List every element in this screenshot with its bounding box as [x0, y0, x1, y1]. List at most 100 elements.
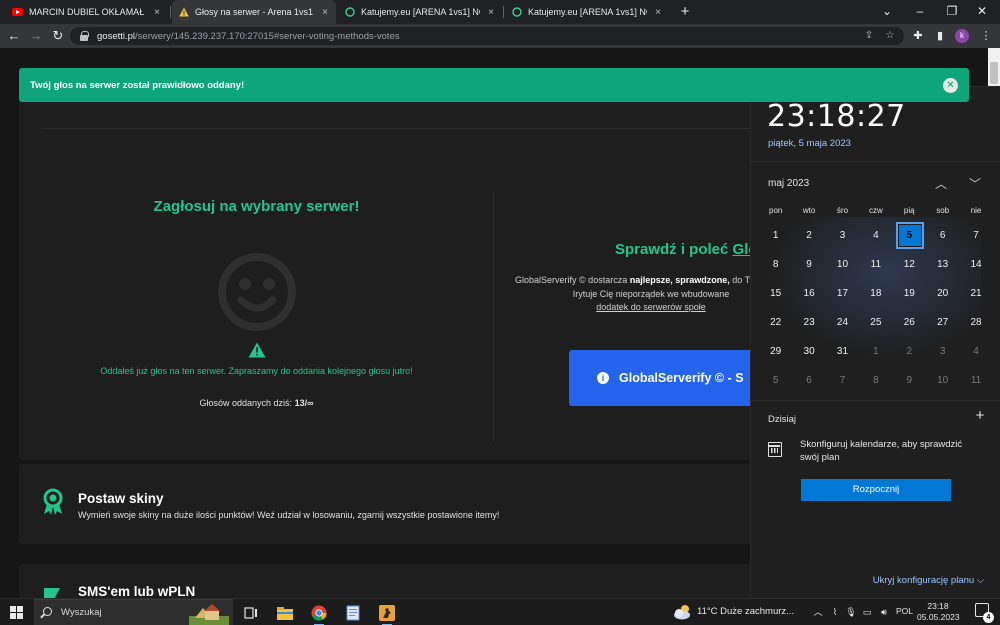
day-number: 9	[806, 259, 812, 270]
start-button[interactable]: Rozpocznij	[801, 479, 951, 501]
notepad-app-icon[interactable]	[342, 602, 364, 624]
forward-icon[interactable]: →	[26, 26, 46, 46]
calendar-day-next-month[interactable]: 2	[893, 337, 926, 366]
microphone-icon[interactable]: 🎙︎	[845, 605, 857, 619]
day-number: 1	[772, 230, 779, 241]
calendar-day[interactable]: 28	[959, 308, 992, 337]
calendar-day-next-month[interactable]: 10	[926, 366, 959, 395]
browser-tab[interactable]: Katujemy.eu [ARENA 1vs1] NOW ×	[338, 0, 502, 24]
browser-tab[interactable]: MARCIN DUBIEL OKŁAMAŁ WID ×	[6, 0, 168, 24]
calendar-day[interactable]: 25	[859, 308, 892, 337]
flyout-date[interactable]: piątek, 5 maja 2023	[768, 138, 851, 149]
notification-icon[interactable]: 4	[975, 603, 994, 623]
calendar-day[interactable]: 17	[826, 279, 859, 308]
day-number: 29	[770, 346, 782, 357]
month-label[interactable]: maj 2023	[768, 178, 809, 189]
calendar-day[interactable]: 13	[926, 250, 959, 279]
lock-icon[interactable]	[79, 31, 89, 41]
calendar-day[interactable]: 2	[792, 221, 825, 250]
close-icon[interactable]: ✕	[943, 78, 958, 93]
calendar-day-next-month[interactable]: 6	[792, 366, 825, 395]
chevron-up-icon[interactable]: ︿	[934, 175, 948, 191]
calendar-day[interactable]: 10	[826, 250, 859, 279]
close-icon[interactable]: ×	[152, 7, 162, 18]
hide-plan-config-link[interactable]: Ukryj konfigurację planu ⌵	[873, 575, 984, 586]
volume-icon[interactable]: 🔊︎	[878, 605, 890, 619]
url-text[interactable]: gosetti.pl/serwery/145.239.237.170:27015…	[97, 31, 400, 42]
calendar-day[interactable]: 6	[926, 221, 959, 250]
close-window-icon[interactable]: ✕	[962, 0, 1000, 24]
new-tab-button[interactable]: +	[678, 0, 692, 24]
chrome-icon[interactable]	[308, 602, 330, 625]
calendar-day-today[interactable]: 5	[893, 221, 926, 250]
calendar-day[interactable]: 9	[792, 250, 825, 279]
calendar-day-next-month[interactable]: 5	[759, 366, 792, 395]
globalserverify-heading: Sprawdź i poleć Glo	[615, 241, 758, 258]
address-bar[interactable]: gosetti.pl/serwery/145.239.237.170:27015…	[70, 27, 904, 45]
menu-icon[interactable]: ⋮	[978, 28, 994, 44]
back-icon[interactable]: ←	[4, 26, 24, 46]
monitor-icon[interactable]: ▭	[861, 605, 873, 619]
calendar-day[interactable]: 1	[759, 221, 792, 250]
network-icon[interactable]: ⌇	[829, 605, 841, 619]
calendar-day-next-month[interactable]: 3	[926, 337, 959, 366]
task-view-icon[interactable]	[240, 602, 262, 624]
browser-tab-active[interactable]: Głosy na serwer - Arena 1vs1 - A ×	[172, 0, 336, 24]
windows-start-icon[interactable]	[10, 606, 23, 619]
calendar-day[interactable]: 14	[959, 250, 992, 279]
close-icon[interactable]: ×	[486, 7, 496, 18]
calendar-day[interactable]: 31	[826, 337, 859, 366]
profile-avatar[interactable]: k	[955, 29, 969, 43]
calendar-day[interactable]: 19	[893, 279, 926, 308]
calendar-day[interactable]: 12	[893, 250, 926, 279]
calendar-day[interactable]: 16	[792, 279, 825, 308]
votes-today-label: Głosów oddanych dziś:	[199, 398, 293, 408]
weather-text[interactable]: 11°C Duże zachmurz...	[697, 606, 794, 617]
share-icon[interactable]: ⇪	[863, 30, 875, 42]
calendar-day[interactable]: 21	[959, 279, 992, 308]
chevron-up-icon[interactable]: ︿	[812, 605, 824, 619]
desc-text: GlobalServerify © dostarcza	[515, 275, 630, 285]
calendar-day[interactable]: 3	[826, 221, 859, 250]
calendar-day[interactable]: 18	[859, 279, 892, 308]
calendar-day-next-month[interactable]: 7	[826, 366, 859, 395]
globalserverify-heading-text: Sprawdź i poleć	[615, 241, 733, 258]
calendar-day[interactable]: 11	[859, 250, 892, 279]
add-event-icon[interactable]: +	[973, 408, 987, 423]
calendar-day[interactable]: 15	[759, 279, 792, 308]
calendar-day[interactable]: 4	[859, 221, 892, 250]
calendar-day-next-month[interactable]: 9	[893, 366, 926, 395]
calendar-day[interactable]: 8	[759, 250, 792, 279]
calendar-day[interactable]: 23	[792, 308, 825, 337]
desc-link[interactable]: dodatek do serwerów społe	[596, 302, 706, 312]
calendar-day[interactable]: 20	[926, 279, 959, 308]
calendar-week: 22 23 24 25 26 27 28	[759, 308, 993, 337]
file-explorer-icon[interactable]	[274, 602, 296, 624]
calendar-day[interactable]: 24	[826, 308, 859, 337]
calendar-day[interactable]: 27	[926, 308, 959, 337]
calendar-day-next-month[interactable]: 8	[859, 366, 892, 395]
calendar-day[interactable]: 29	[759, 337, 792, 366]
calendar-day-next-month[interactable]: 11	[959, 366, 992, 395]
extensions-icon[interactable]: ✚	[910, 28, 926, 44]
calendar-day-next-month[interactable]: 4	[959, 337, 992, 366]
side-panel-icon[interactable]: ▮	[932, 28, 948, 44]
calendar-day[interactable]: 22	[759, 308, 792, 337]
taskbar-clock[interactable]: 23:18 05.05.2023	[917, 601, 960, 623]
cloudy-weather-icon[interactable]	[673, 603, 693, 621]
calendar-day-next-month[interactable]: 1	[859, 337, 892, 366]
bookmark-star-icon[interactable]: ☆	[884, 30, 896, 42]
scrollbar-thumb[interactable]	[990, 62, 998, 84]
close-icon[interactable]: ×	[653, 7, 663, 18]
browser-tab[interactable]: Katujemy.eu [ARENA 1vs1] NOW ×	[505, 0, 669, 24]
chevron-down-icon[interactable]: ﹀	[968, 175, 982, 191]
calendar-day[interactable]: 30	[792, 337, 825, 366]
close-icon[interactable]: ×	[320, 7, 330, 18]
calendar-day[interactable]: 7	[959, 221, 992, 250]
calendar-day[interactable]: 26	[893, 308, 926, 337]
csgo-icon[interactable]	[376, 602, 398, 625]
language-indicator[interactable]: POL	[896, 606, 913, 616]
taskbar-search[interactable]: Wyszukaj	[34, 599, 233, 625]
day-number: 21	[970, 288, 982, 299]
reload-icon[interactable]: ↻	[48, 26, 68, 46]
